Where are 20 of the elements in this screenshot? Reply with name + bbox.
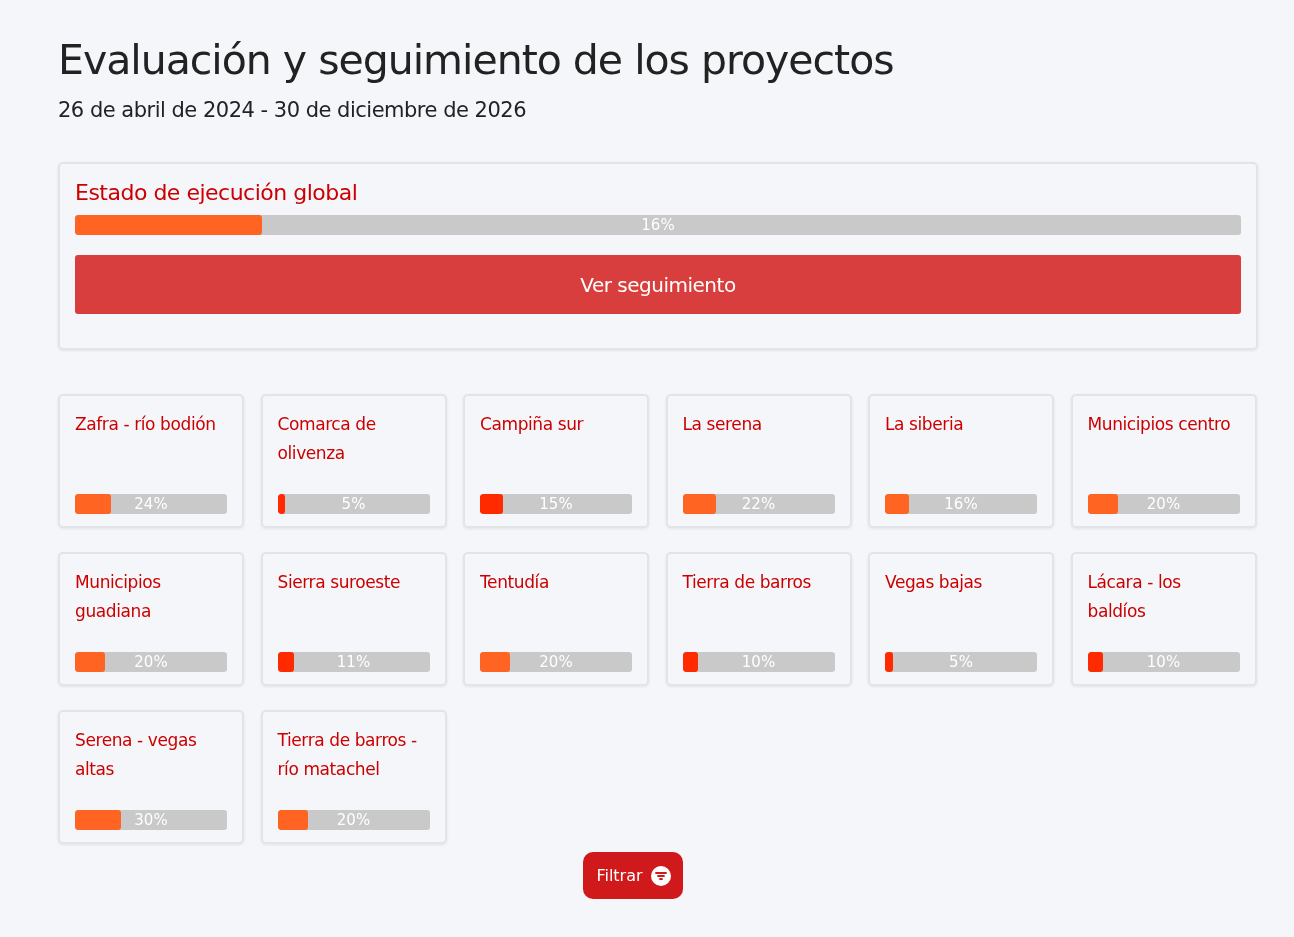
project-name: Sierra suroeste (277, 572, 401, 592)
project-name: Comarca de olivenza (277, 414, 376, 463)
project-name: Tentudía (480, 572, 549, 592)
project-name: Campiña sur (480, 414, 584, 434)
project-name: Lácara - los baldíos (1087, 572, 1181, 621)
filter-button[interactable]: Filtrar (583, 852, 683, 899)
filter-icon (650, 865, 671, 886)
page-title: Evaluación y seguimiento de los proyectos (58, 36, 894, 84)
project-name: Tierra de barros - río matachel (277, 730, 417, 779)
project-name: Serena - vegas altas (75, 730, 197, 779)
project-name: Municipios guadiana (75, 572, 161, 621)
project-name: La siberia (885, 414, 964, 434)
project-name: La serena (682, 414, 762, 434)
project-name: Vegas bajas (885, 572, 983, 592)
project-name: Tierra de barros (682, 572, 812, 592)
date-range: 26 de abril de 2024 - 30 de diciembre de 2026 (58, 98, 526, 122)
card-heading: Estado de ejecución global (75, 180, 358, 205)
view-tracking-button[interactable]: Ver seguimiento (75, 255, 1241, 314)
project-name: Zafra - río bodión (75, 414, 216, 434)
project-name: Municipios centro (1087, 414, 1231, 434)
